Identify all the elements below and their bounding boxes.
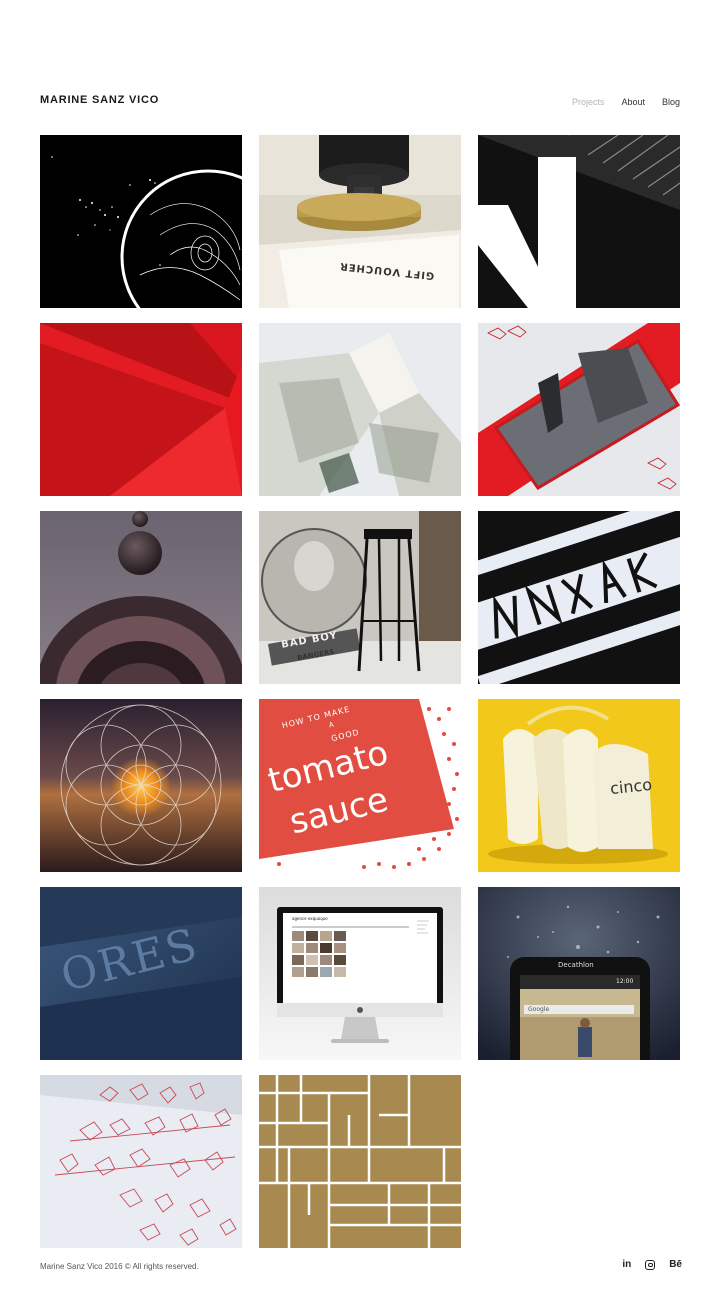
monitor-site-title: agence exquoque bbox=[292, 916, 328, 921]
phone-search-text: Google bbox=[528, 1006, 550, 1013]
footer-copyright: Marine Sanz Vico 2016 © All rights reser… bbox=[40, 1262, 199, 1271]
letter-n-image bbox=[478, 135, 680, 308]
spheres-image bbox=[40, 511, 242, 684]
project-tile-red-polygons[interactable] bbox=[40, 323, 242, 496]
project-tile-folded-paper[interactable] bbox=[259, 323, 461, 496]
project-tile-tomato-sauce[interactable]: HOW TO MAKE A GOOD tomato sauce bbox=[259, 699, 461, 872]
project-tile-phone-splash[interactable]: Decathlon 12:00 Google bbox=[478, 887, 680, 1060]
phone-splash-image bbox=[478, 887, 680, 1060]
phone-brand-text: Decathlon bbox=[558, 961, 594, 969]
imac-website-image bbox=[259, 887, 461, 1060]
red-polygons-image bbox=[40, 323, 242, 496]
project-tile-ores-embossed[interactable]: ORES bbox=[40, 887, 242, 1060]
nav-about[interactable]: About bbox=[621, 97, 645, 107]
project-tile-space-map[interactable] bbox=[40, 135, 242, 308]
project-tile-spheres[interactable] bbox=[40, 511, 242, 684]
project-tile-gold-maze[interactable] bbox=[259, 1075, 461, 1248]
instagram-icon[interactable] bbox=[645, 1259, 656, 1270]
projects-grid: GIFT VOUCHER BAD BOY BANGERS HOW TO MAKE… bbox=[40, 135, 681, 1248]
project-tile-red-sketch-type[interactable] bbox=[40, 1075, 242, 1248]
red-sketch-type-image bbox=[40, 1075, 242, 1248]
phone-time-text: 12:00 bbox=[616, 978, 634, 985]
gold-maze-image bbox=[259, 1075, 461, 1248]
folded-paper-image bbox=[259, 323, 461, 496]
project-tile-bad-boy-stool[interactable]: BAD BOY BANGERS bbox=[259, 511, 461, 684]
nav-blog[interactable]: Blog bbox=[662, 97, 680, 107]
main-nav: Projects About Blog bbox=[572, 97, 680, 107]
project-tile-letter-n[interactable] bbox=[478, 135, 680, 308]
project-tile-cinco-bags[interactable]: cinco bbox=[478, 699, 680, 872]
tilted-photo-image bbox=[478, 323, 680, 496]
project-tile-voucher-stamp[interactable]: GIFT VOUCHER bbox=[259, 135, 461, 308]
project-tile-tilted-photo[interactable] bbox=[478, 323, 680, 496]
behance-icon[interactable]: Bē bbox=[669, 1259, 682, 1270]
bad-boy-stool-image bbox=[259, 511, 461, 684]
site-title[interactable]: MARINE SANZ VICO bbox=[40, 94, 159, 106]
sacred-geometry-image bbox=[40, 699, 242, 872]
space-map-image bbox=[40, 135, 242, 308]
nav-projects[interactable]: Projects bbox=[572, 97, 605, 107]
project-tile-sacred-geometry[interactable] bbox=[40, 699, 242, 872]
project-tile-imac-website[interactable]: agence exquoque bbox=[259, 887, 461, 1060]
social-links: in Bē bbox=[622, 1259, 682, 1270]
project-tile-typography-cards[interactable] bbox=[478, 511, 680, 684]
typography-cards-image bbox=[478, 511, 680, 684]
linkedin-icon[interactable]: in bbox=[622, 1259, 631, 1270]
voucher-stamp-image bbox=[259, 135, 461, 308]
